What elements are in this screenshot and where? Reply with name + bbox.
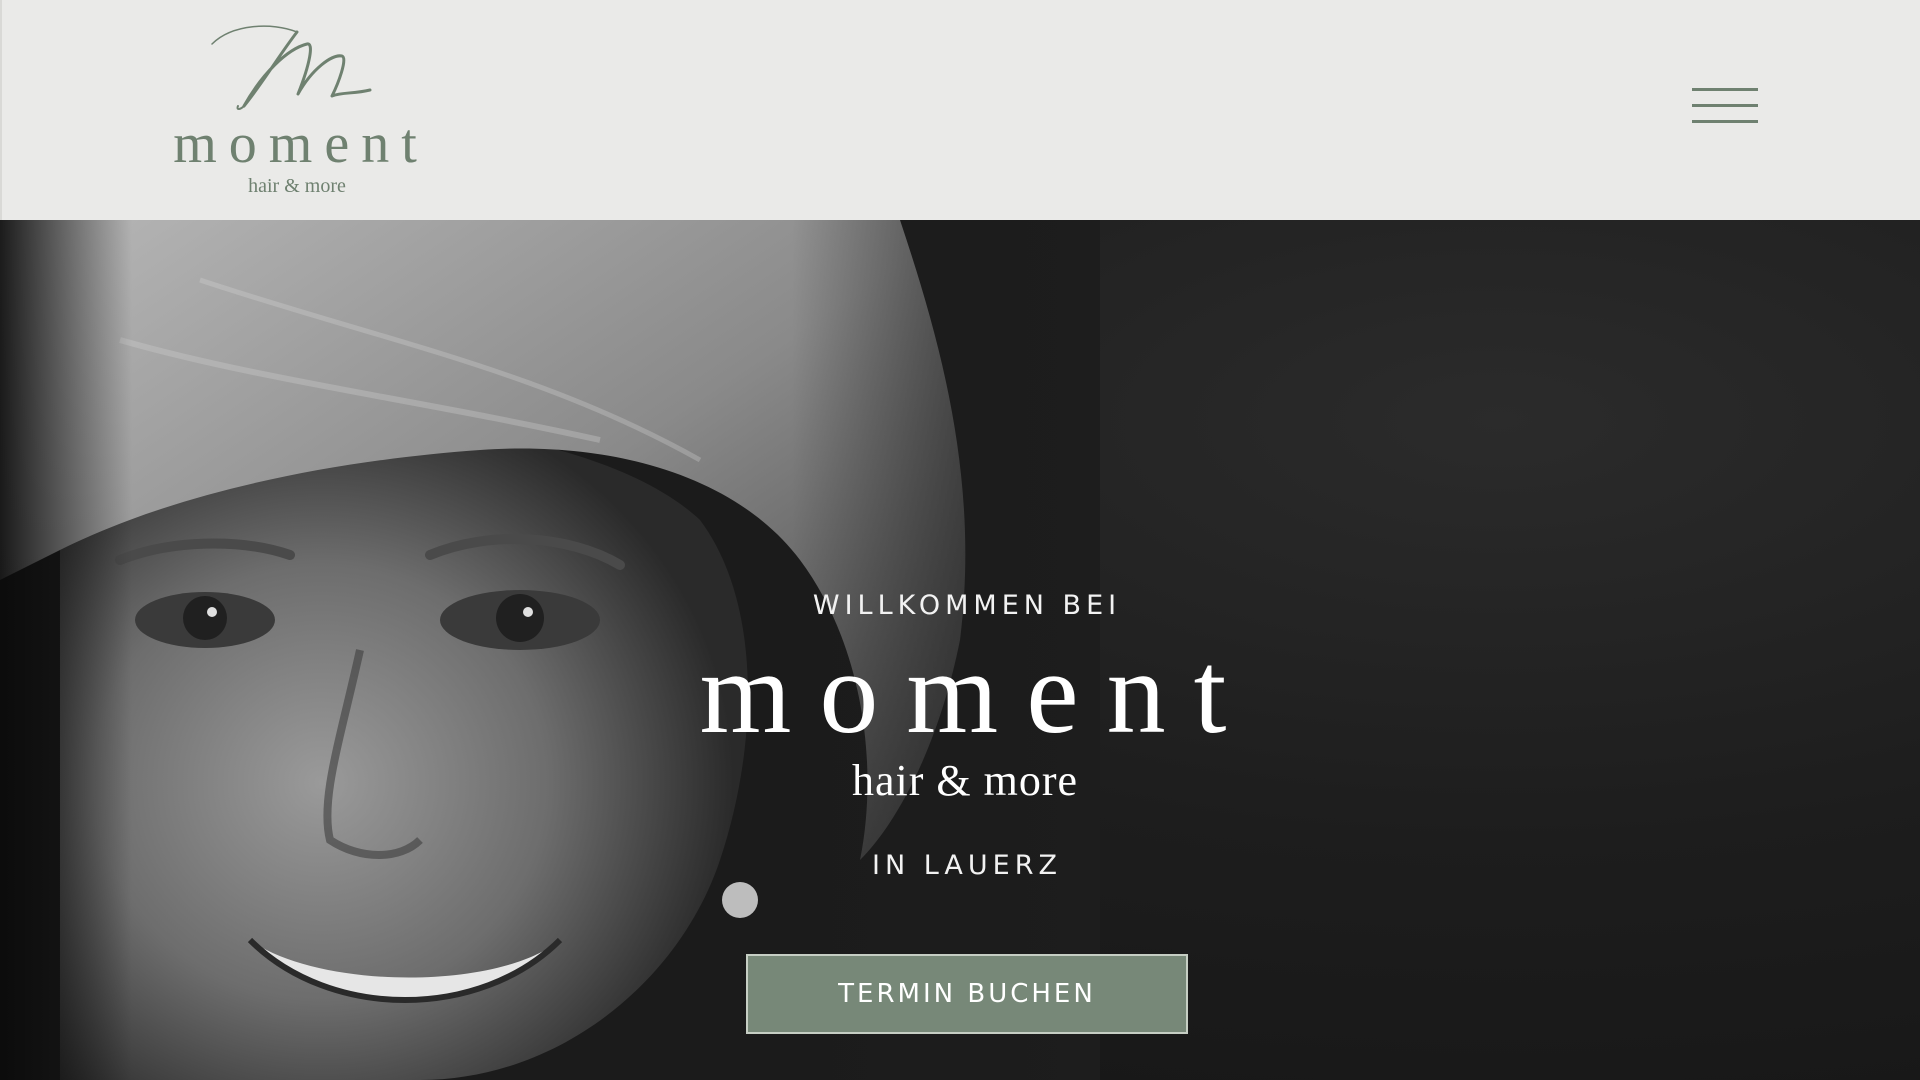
hamburger-menu-icon[interactable] [1692, 86, 1758, 130]
hero-brand-wordmark: moment [699, 627, 1255, 758]
menu-bar-top [1692, 88, 1758, 91]
hero-brand-tagline: hair & more [851, 756, 1079, 805]
script-m-monogram-icon [211, 25, 372, 110]
site-header: moment hair & more [0, 0, 1920, 220]
book-appointment-button[interactable]: TERMIN BUCHEN [746, 954, 1188, 1034]
menu-bar-middle [1692, 104, 1758, 107]
hero-location: IN LAUERZ [872, 850, 1062, 881]
logo-wordmark: moment [173, 113, 429, 175]
hero-text-block: WILLKOMMEN BEI moment hair & more IN LAU… [0, 220, 1920, 1080]
welcome-kicker: WILLKOMMEN BEI [812, 590, 1122, 621]
site-logo[interactable]: moment hair & more [152, 14, 442, 204]
hero-section: WILLKOMMEN BEI moment hair & more IN LAU… [0, 220, 1920, 1080]
page: moment hair & more WILLKOMMEN BEI moment… [0, 0, 1920, 1080]
menu-bar-bottom [1692, 120, 1758, 123]
logo-tagline: hair & more [248, 175, 346, 197]
